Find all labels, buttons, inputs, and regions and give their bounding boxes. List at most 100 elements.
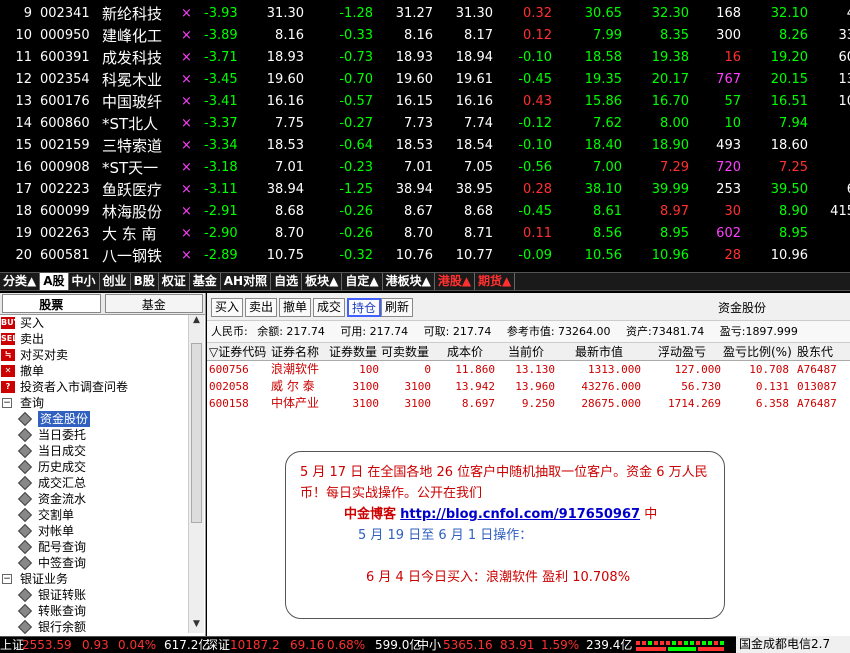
stock-name: 中国玻纤: [102, 93, 163, 111]
market-tab[interactable]: 港股▲: [435, 273, 476, 290]
nav-item[interactable]: ? 投资者入市调查问卷: [0, 379, 205, 395]
market-tab[interactable]: 分类▲: [0, 273, 41, 290]
nav-item[interactable]: 银行余额: [0, 619, 205, 635]
table-row[interactable]: 002058 威 尔 泰 3100 3100 13.942 13.960 43276.000…: [207, 378, 850, 395]
grid-column-header[interactable]: 盈亏比例(%): [723, 343, 792, 361]
quote-row[interactable]: 13 600176 中国玻纤 × -3.41 16.16 -0.57 16.15 16.16 0.…: [0, 91, 850, 113]
nav-item[interactable]: 中签查询: [0, 555, 205, 571]
toolbar-button[interactable]: 卖出: [245, 298, 278, 317]
market-tab[interactable]: 期货▲: [475, 273, 516, 290]
broker-server-label[interactable]: 国金成都电信2.7: [736, 636, 850, 653]
quote-row[interactable]: 14 600860 *ST北人 × -3.37 7.75 -0.27 7.73 7.74 -0.1…: [0, 113, 850, 135]
quote-row[interactable]: 19 002263 大 东 南 × -2.90 8.70 -0.26 8.70 8.71 0.11…: [0, 223, 850, 245]
toolbar-button[interactable]: 撤单: [279, 298, 312, 317]
collapse-icon[interactable]: −: [2, 398, 12, 408]
quote-v4: 31.30: [455, 6, 493, 21]
quote-row[interactable]: 20 600581 八一钢铁 × -2.89 10.75 -0.32 10.76 10.77 -0…: [0, 245, 850, 267]
notice-blog-link[interactable]: http://blog.cnfol.com/917650967: [400, 507, 640, 522]
toolbar-button[interactable]: 买入: [211, 298, 244, 317]
quote-v1: 8.68: [275, 204, 304, 219]
balance-value: 余额: 217.74: [257, 325, 325, 338]
quote-row[interactable]: 12 002354 科冕木业 × -3.45 19.60 -0.70 19.60 19.61 -0…: [0, 69, 850, 91]
nav-action-icon: ≒: [1, 349, 15, 361]
quote-row[interactable]: 15 002159 三特索道 × -3.34 18.53 -0.64 18.53 18.54 -0…: [0, 135, 850, 157]
grid-cell: 11.860: [455, 363, 495, 376]
grid-column-header[interactable]: 证券名称: [271, 343, 331, 361]
quote-row[interactable]: 11 600391 成发科技 × -3.71 18.93 -0.73 18.93 18.94 -0…: [0, 47, 850, 69]
toolbar-button[interactable]: 持仓: [347, 298, 382, 317]
stock-name: 林海股份: [102, 203, 163, 221]
tab-stock[interactable]: 股票: [2, 294, 101, 313]
market-tab[interactable]: 创业: [100, 273, 131, 290]
quote-row[interactable]: 9 002341 新纶科技 × -3.93 31.30 -1.28 31.27 31.30 0.3…: [0, 3, 850, 25]
nav-item[interactable]: BUY 买入: [0, 315, 205, 331]
scroll-down-icon[interactable]: ▼: [189, 619, 204, 633]
nav-item[interactable]: 成交汇总: [0, 475, 205, 491]
nav-item[interactable]: 历史成交: [0, 459, 205, 475]
nav-scrollbar[interactable]: ▲ ▼: [188, 315, 204, 633]
market-tab[interactable]: AH对照: [221, 273, 272, 290]
grid-column-header[interactable]: 股东代: [797, 343, 850, 361]
quote-v9: 8.95: [779, 226, 808, 241]
table-row[interactable]: 600756 浪潮软件 100 0 11.860 13.130 1313.000 127.00…: [207, 361, 850, 378]
tab-fund[interactable]: 基金: [104, 294, 203, 313]
stock-code: 002223: [40, 182, 90, 197]
nav-item[interactable]: − 银证业务: [0, 571, 205, 587]
change-percent: -3.41: [204, 94, 238, 109]
grid-column-header[interactable]: ▽证券代码: [209, 343, 269, 361]
nav-item[interactable]: ≒ 对买对卖: [0, 347, 205, 363]
nav-item[interactable]: 当日成交: [0, 443, 205, 459]
stock-code: 002263: [40, 226, 90, 241]
scroll-thumb[interactable]: [191, 343, 202, 523]
market-tab[interactable]: 港板块▲: [383, 273, 435, 290]
stock-code: 000950: [40, 28, 90, 43]
quote-row[interactable]: 16 000908 *ST天一 × -3.18 7.01 -0.23 7.01 7.05 -0.5…: [0, 157, 850, 179]
quote-v2: -0.27: [339, 116, 373, 131]
nav-item[interactable]: 银证转账: [0, 587, 205, 603]
market-tab[interactable]: A股: [40, 273, 69, 290]
nav-item-label: 投资者入市调查问卷: [20, 380, 129, 394]
market-tab[interactable]: B股: [131, 273, 159, 290]
market-tab[interactable]: 自选: [271, 273, 303, 290]
toolbar-button[interactable]: 刷新: [381, 298, 414, 317]
quote-row[interactable]: 18 600099 林海股份 × -2.91 8.68 -0.26 8.67 8.68 -0.45…: [0, 201, 850, 223]
quote-v10: 415: [830, 204, 850, 219]
grid-column-header[interactable]: 当前价: [497, 343, 555, 361]
nav-item[interactable]: 资金流水: [0, 491, 205, 507]
nav-item[interactable]: 对帐单: [0, 523, 205, 539]
quote-v1: 10.75: [266, 248, 304, 263]
quote-row[interactable]: 17 002223 鱼跃医疗 × -3.11 38.94 -1.25 38.94 38.95 0.…: [0, 179, 850, 201]
market-tab[interactable]: 中小: [69, 273, 100, 290]
nav-item[interactable]: ✕ 撤单: [0, 363, 205, 379]
table-row[interactable]: 600158 中体产业 3100 3100 8.697 9.250 28675.000 171…: [207, 395, 850, 412]
toolbar-button[interactable]: 成交: [313, 298, 346, 317]
grid-column-header[interactable]: 成本价: [435, 343, 495, 361]
grid-column-header[interactable]: 证券数量: [327, 343, 379, 361]
quote-row[interactable]: 10 000950 建峰化工 × -3.89 8.16 -0.33 8.16 8.17 0.12 7…: [0, 25, 850, 47]
grid-column-header[interactable]: 最新市值: [557, 343, 641, 361]
grid-column-header[interactable]: 浮动盈亏: [643, 343, 721, 361]
market-tab[interactable]: 基金: [190, 273, 221, 290]
collapse-icon[interactable]: −: [2, 574, 12, 584]
quote-v8: 57: [724, 94, 741, 109]
nav-item-label: 中签查询: [38, 556, 87, 570]
market-tab[interactable]: 权证: [159, 273, 190, 290]
nav-item[interactable]: 当日委托: [0, 427, 205, 443]
nav-item[interactable]: 交割单: [0, 507, 205, 523]
scroll-up-icon[interactable]: ▲: [189, 315, 204, 329]
quote-v4: 7.05: [464, 160, 493, 175]
nav-item[interactable]: − 查询: [0, 395, 205, 411]
nav-item[interactable]: 配号查询: [0, 539, 205, 555]
quote-v6: 19.35: [584, 72, 622, 87]
nav-item[interactable]: 资金股份: [0, 411, 205, 427]
market-tab[interactable]: 板块▲: [302, 273, 343, 290]
quote-v1: 16.16: [266, 94, 304, 109]
diamond-icon: [17, 459, 33, 475]
grid-column-header[interactable]: 可卖数量: [379, 343, 431, 361]
quote-v4: 10.77: [455, 248, 493, 263]
market-tab[interactable]: 自定▲: [342, 273, 383, 290]
nav-item[interactable]: SELL 卖出: [0, 331, 205, 347]
nav-item[interactable]: 转账查询: [0, 603, 205, 619]
quote-v3: 18.53: [395, 138, 433, 153]
nav-item-label: 买入: [20, 316, 45, 330]
